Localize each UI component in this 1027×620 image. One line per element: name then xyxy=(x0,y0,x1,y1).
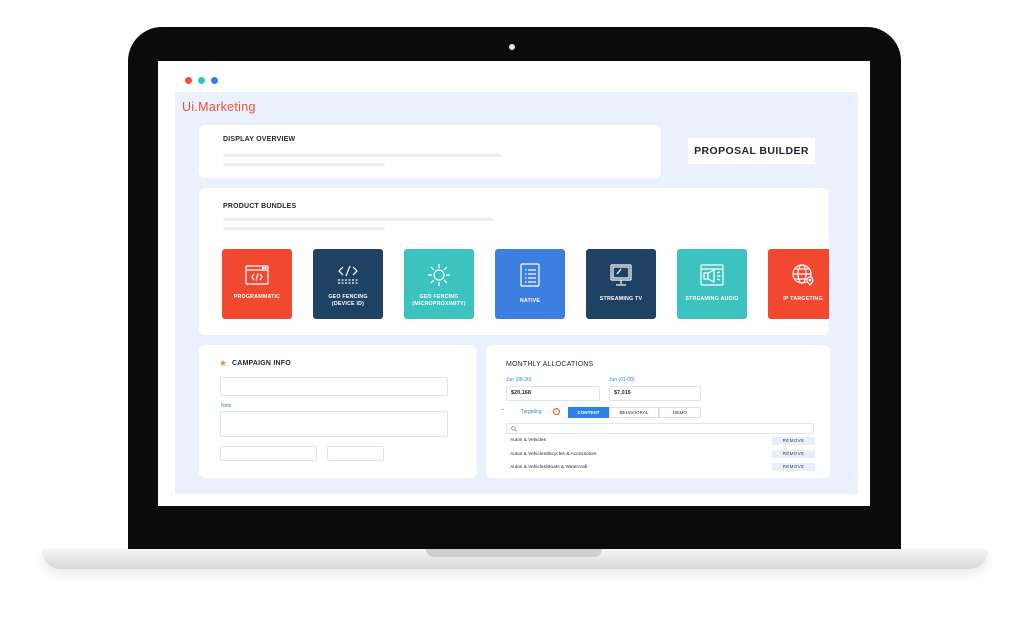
bundle-tile-label: GEO FENCING (DEVICE ID) xyxy=(328,294,368,307)
note-field[interactable] xyxy=(220,411,448,437)
product-bundles-title: PRODUCT BUNDLES xyxy=(223,203,297,210)
speaker-icon xyxy=(700,264,724,286)
placeholder-line xyxy=(223,227,385,230)
end-date-field[interactable] xyxy=(327,446,384,461)
screen: Ui.Marketing DISPLAY OVERVIEW PROPOSAL B… xyxy=(158,61,870,506)
display-overview-card: DISPLAY OVERVIEW xyxy=(199,125,661,178)
bundle-tile-label: IP TARGETING xyxy=(783,296,823,302)
proposal-builder-heading: PROPOSAL BUILDER xyxy=(688,138,815,164)
targeting-search-input[interactable] xyxy=(506,423,814,434)
laptop-notch xyxy=(426,549,602,557)
window-controls xyxy=(185,77,218,84)
tab-demo[interactable]: DEMO xyxy=(659,407,701,418)
remove-button[interactable]: REMOVE xyxy=(772,437,815,445)
bundle-tile-streaming-tv[interactable]: STREAMING TV xyxy=(586,249,656,319)
bundle-tile-label: GEO FENCING (MICROPROXIMITY) xyxy=(412,294,466,307)
targeting-row-label: Autos & Vehicles xyxy=(510,438,546,443)
display-overview-title: DISPLAY OVERVIEW xyxy=(223,136,296,143)
remove-button[interactable]: REMOVE xyxy=(772,450,815,458)
bundle-tiles: PROGRAMMATIC GEO FENCING (DEVICE ID) GEO… xyxy=(222,249,829,319)
globe-pin-icon xyxy=(792,264,814,286)
app-logo[interactable]: Ui.Marketing xyxy=(182,100,256,114)
bundle-tile-geo-fencing-microproximity[interactable]: GEO FENCING (MICROPROXIMITY) xyxy=(404,249,474,319)
allocation-amount-field[interactable]: $20,168 xyxy=(506,386,600,401)
bundle-tile-programmatic[interactable]: PROGRAMMATIC xyxy=(222,249,292,319)
camera-icon xyxy=(509,44,515,50)
collapse-icon[interactable]: ⌃ xyxy=(500,408,505,415)
targeting-row-label: Autos & Vehicles/Boats & Watercraft xyxy=(510,465,588,470)
code-window-icon xyxy=(245,265,269,285)
bundle-tile-geo-fencing-device-id[interactable]: GEO FENCING (DEVICE ID) xyxy=(313,249,383,319)
sun-burst-icon xyxy=(428,264,450,286)
bundle-tile-label: STREAMING TV xyxy=(599,296,643,302)
close-window-dot[interactable] xyxy=(185,77,192,84)
bundle-tile-streaming-audio[interactable]: STREAMING AUDIO xyxy=(677,249,747,319)
allocation-period-label: Jun (08-30) xyxy=(506,377,532,383)
minimize-window-dot[interactable] xyxy=(198,77,205,84)
tab-behavioral[interactable]: BEHAVIORAL xyxy=(609,407,659,418)
bundle-tile-native[interactable]: NATIVE xyxy=(495,249,565,319)
bundle-tile-ip-targeting[interactable]: IP TARGETING xyxy=(768,249,829,319)
placeholder-line xyxy=(223,163,385,166)
allocation-amount-field[interactable]: $7,015 xyxy=(609,386,701,401)
list-document-icon xyxy=(520,263,540,287)
maximize-window-dot[interactable] xyxy=(211,77,218,84)
star-icon: ★ xyxy=(219,358,228,368)
targeting-row-label: Autos & Vehicles/Bicycles & Accessories xyxy=(510,452,597,457)
bundle-tile-label: PROGRAMMATIC xyxy=(233,294,281,300)
placeholder-line xyxy=(223,218,493,221)
laptop-mockup: Ui.Marketing DISPLAY OVERVIEW PROPOSAL B… xyxy=(0,0,1027,620)
code-brackets-icon xyxy=(338,265,358,284)
tab-content[interactable]: CONTENT xyxy=(568,407,609,418)
bundle-tile-label: NATIVE xyxy=(519,298,541,304)
campaign-name-field[interactable] xyxy=(220,377,448,396)
app-canvas: Ui.Marketing DISPLAY OVERVIEW PROPOSAL B… xyxy=(175,92,858,494)
start-date-field[interactable] xyxy=(220,446,317,461)
placeholder-line xyxy=(223,154,501,157)
note-label: Note xyxy=(221,403,232,409)
targeting-label: Targeting xyxy=(521,409,542,415)
bundle-tile-label: STREAMING AUDIO xyxy=(685,296,739,302)
television-icon xyxy=(610,264,632,286)
campaign-info-card: ★ CAMPAIGN INFO Note xyxy=(199,345,477,478)
allocation-period-label: Jun (01-08) xyxy=(609,377,635,383)
remove-button[interactable]: REMOVE xyxy=(772,463,815,471)
product-bundles-card: PRODUCT BUNDLES PROGRAMMATIC GEO FENCING… xyxy=(199,188,829,335)
search-icon xyxy=(511,426,517,432)
info-icon[interactable]: i xyxy=(553,408,560,415)
campaign-info-title: CAMPAIGN INFO xyxy=(232,360,291,367)
monthly-allocations-card: MONTHLY ALLOCATIONS Jun (08-30) $20,168 … xyxy=(486,345,830,478)
monthly-allocations-title: MONTHLY ALLOCATIONS xyxy=(506,361,594,368)
